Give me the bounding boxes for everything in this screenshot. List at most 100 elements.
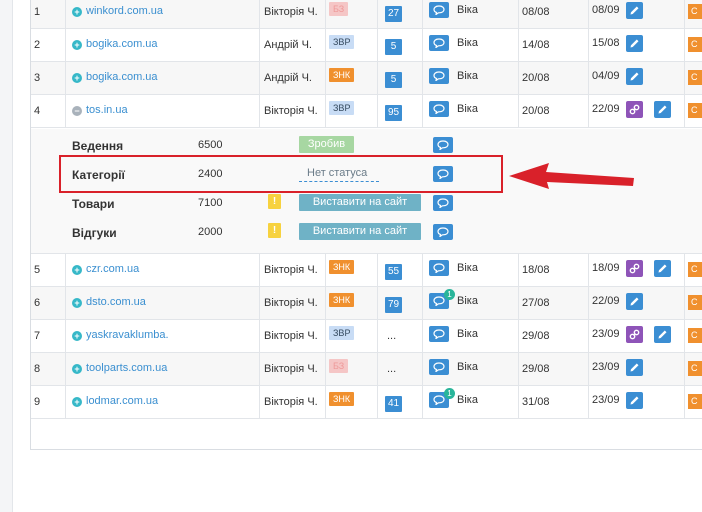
comment-author: Віка <box>457 4 478 16</box>
collapse-icon[interactable]: − <box>72 106 82 116</box>
action-cell: С <box>685 254 702 287</box>
edit-button[interactable] <box>626 68 643 85</box>
site-name[interactable]: tos.in.ua <box>86 104 128 116</box>
manager-cell: Вікторія Ч. <box>260 254 326 287</box>
start-date: 20/08 <box>522 72 550 84</box>
site-name[interactable]: toolparts.com.ua <box>86 362 167 374</box>
comment-author: Віка <box>457 328 478 340</box>
expand-icon[interactable]: + <box>72 40 82 50</box>
action-cell: С <box>685 386 702 419</box>
edit-button[interactable] <box>626 359 643 376</box>
start-date: 18/08 <box>522 264 550 276</box>
unread-badge: 1 <box>444 388 455 399</box>
site-link[interactable]: + bogika.com.ua <box>72 38 158 50</box>
site-name[interactable]: dsto.com.ua <box>86 296 146 308</box>
comment-button[interactable]: 1 <box>429 388 455 408</box>
comment-button[interactable] <box>433 137 453 153</box>
comment-button[interactable] <box>429 101 449 117</box>
comment-button[interactable] <box>429 68 449 84</box>
action-button[interactable]: С <box>688 4 702 19</box>
expand-icon[interactable]: + <box>72 364 82 374</box>
tag-cell: БЗ <box>326 0 378 29</box>
site-name[interactable]: bogika.com.ua <box>86 38 158 50</box>
service-price: 7100 <box>198 197 223 209</box>
site-link[interactable]: + czr.com.ua <box>72 263 139 275</box>
link-button[interactable] <box>626 326 643 343</box>
expand-icon[interactable]: + <box>72 7 82 17</box>
comment-button[interactable] <box>429 326 449 342</box>
site-link[interactable]: + dsto.com.ua <box>72 296 146 308</box>
edit-button[interactable] <box>626 293 643 310</box>
service-price: 2000 <box>198 226 223 238</box>
end-date: 15/08 <box>592 37 620 49</box>
start-date-cell: 08/08 <box>519 0 589 29</box>
end-date: 22/09 <box>592 295 620 307</box>
site-link[interactable]: − tos.in.ua <box>72 104 128 116</box>
comment-button[interactable] <box>429 359 449 375</box>
service-status[interactable]: Зробив <box>299 136 354 153</box>
site-link[interactable]: + toolparts.com.ua <box>72 362 167 374</box>
comment-button[interactable] <box>433 224 453 240</box>
site-link[interactable]: + bogika.com.ua <box>72 71 158 83</box>
comment-button[interactable] <box>429 2 449 18</box>
action-cell: С <box>685 353 702 386</box>
site-link[interactable]: + yaskravaklumba. <box>72 329 169 341</box>
end-date-cell: 18/09 <box>589 254 685 287</box>
site-name[interactable]: winkord.com.ua <box>86 5 163 17</box>
row-number-cell: 8 <box>31 353 66 386</box>
expand-icon[interactable]: + <box>72 298 82 308</box>
count-badge[interactable]: 41 <box>385 396 403 412</box>
end-date-cell: 22/09 <box>589 95 685 128</box>
action-button[interactable]: С <box>688 394 702 409</box>
action-button[interactable]: С <box>688 70 702 85</box>
service-status[interactable]: Виставити на сайт <box>299 223 421 240</box>
count-badge[interactable]: 5 <box>385 72 402 88</box>
edit-button[interactable] <box>654 101 671 118</box>
site-name[interactable]: czr.com.ua <box>86 263 139 275</box>
row-number: 5 <box>34 264 41 276</box>
action-button[interactable]: С <box>688 262 702 277</box>
comment-button[interactable] <box>429 260 449 276</box>
status-tag: ЗНК <box>329 392 355 406</box>
edit-button[interactable] <box>626 35 643 52</box>
expand-icon[interactable]: + <box>72 331 82 341</box>
action-button[interactable]: С <box>688 37 702 52</box>
count-badge[interactable]: 79 <box>385 297 403 313</box>
table-row: 7 + yaskravaklumba. Вікторія Ч. ЗВР ... В… <box>31 320 702 353</box>
edit-button[interactable] <box>654 326 671 343</box>
service-status[interactable]: Виставити на сайт <box>299 194 421 211</box>
comment-cell: Віка <box>423 353 519 386</box>
count-badge[interactable]: 5 <box>385 39 402 55</box>
action-cell: С <box>685 95 702 128</box>
count-badge[interactable]: 27 <box>385 6 403 22</box>
edit-button[interactable] <box>626 392 643 409</box>
comment-author: Віка <box>457 37 478 49</box>
status-tag: БЗ <box>329 2 349 16</box>
edit-button[interactable] <box>626 2 643 19</box>
site-link[interactable]: + winkord.com.ua <box>72 5 163 17</box>
service-row: Відгуки 2000 ! Виставити на сайт <box>31 217 702 246</box>
count-badge[interactable]: 55 <box>385 264 403 280</box>
table-row: 3 + bogika.com.ua Андрій Ч. ЗНК 5 Віка 20… <box>31 62 702 95</box>
edit-button[interactable] <box>654 260 671 277</box>
comment-button[interactable] <box>429 35 449 51</box>
site-link[interactable]: + lodmar.com.ua <box>72 395 158 407</box>
expand-icon[interactable]: + <box>72 397 82 407</box>
comment-button[interactable]: 1 <box>429 289 455 309</box>
expand-icon[interactable]: + <box>72 265 82 275</box>
action-button[interactable]: С <box>688 361 702 376</box>
site-name[interactable]: yaskravaklumba. <box>86 329 169 341</box>
action-button[interactable]: С <box>688 103 702 118</box>
comment-button[interactable] <box>433 195 453 211</box>
link-button[interactable] <box>626 260 643 277</box>
status-tag: ЗВР <box>329 35 355 49</box>
site-cell: + winkord.com.ua <box>66 0 260 29</box>
expand-icon[interactable]: + <box>72 73 82 83</box>
action-button[interactable]: С <box>688 295 702 310</box>
site-name[interactable]: lodmar.com.ua <box>86 395 158 407</box>
link-button[interactable] <box>626 101 643 118</box>
action-button[interactable]: С <box>688 328 702 343</box>
row-number: 6 <box>34 297 41 309</box>
count-badge[interactable]: 95 <box>385 105 403 121</box>
site-name[interactable]: bogika.com.ua <box>86 71 158 83</box>
